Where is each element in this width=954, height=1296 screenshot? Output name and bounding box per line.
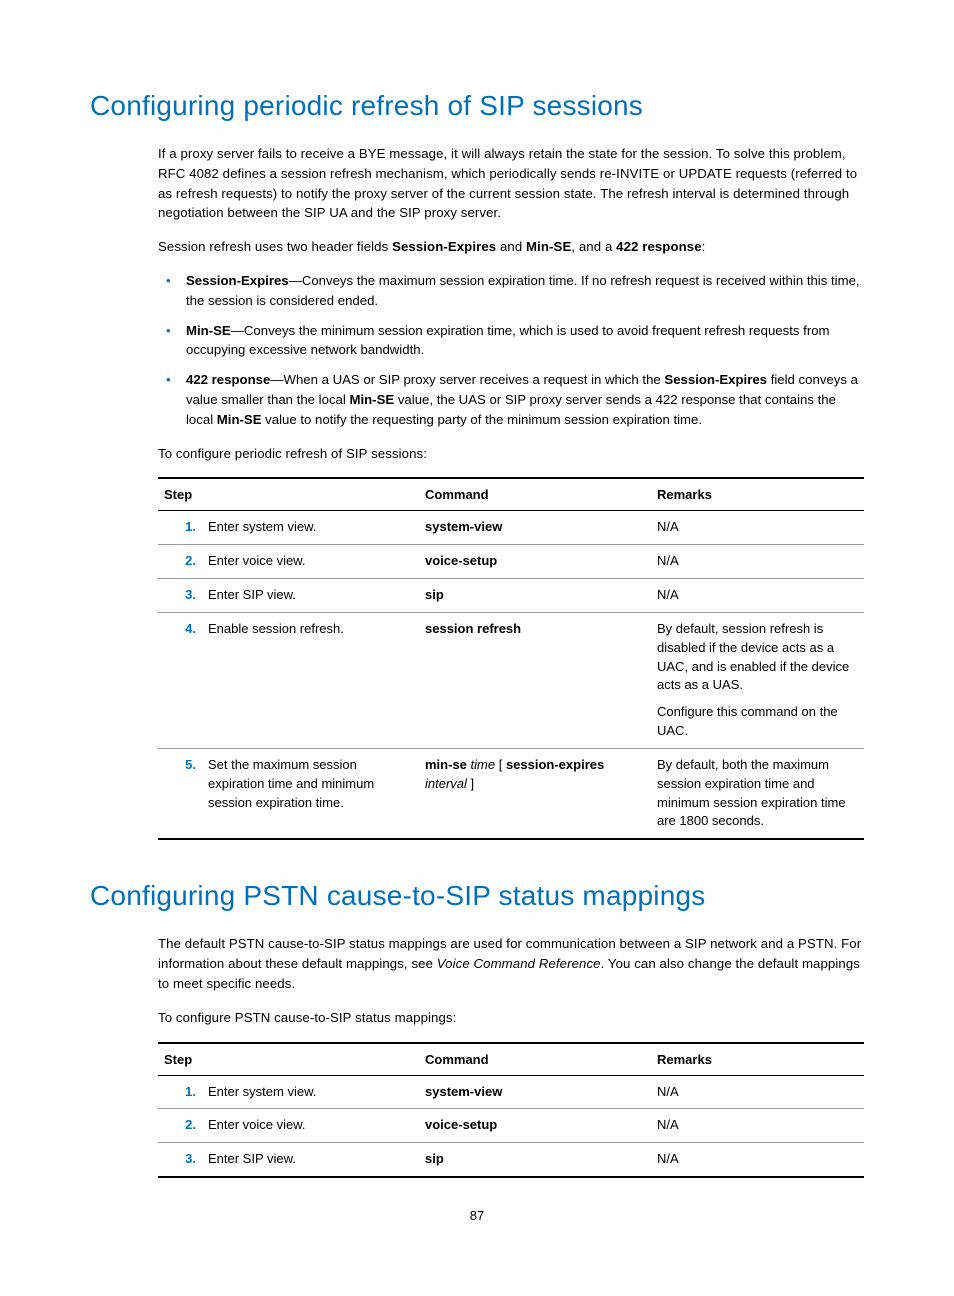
command-keyword: min-se <box>425 757 467 772</box>
intro-paragraph: If a proxy server fails to receive a BYE… <box>158 144 864 223</box>
command-text: [ <box>499 757 506 772</box>
text: , and a <box>571 239 616 254</box>
step-number: 1. <box>158 511 202 545</box>
steps-table-sip: Step Command Remarks 1. Enter system vie… <box>158 477 864 840</box>
table-row: 1. Enter system view. system-view N/A <box>158 1075 864 1109</box>
step-desc: Enter voice view. <box>202 1109 419 1143</box>
table-row: 1. Enter system view. system-view N/A <box>158 511 864 545</box>
term-min-se: Min-SE <box>526 239 571 254</box>
col-command: Command <box>419 1043 651 1076</box>
step-number: 4. <box>158 612 202 748</box>
text: —When a UAS or SIP proxy server receives… <box>270 372 664 387</box>
procedure-lead: To configure periodic refresh of SIP ses… <box>158 444 864 464</box>
text: : <box>702 239 706 254</box>
remarks-cell: N/A <box>651 511 864 545</box>
command: session refresh <box>425 621 521 636</box>
step-number: 1. <box>158 1075 202 1109</box>
document-page: Configuring periodic refresh of SIP sess… <box>0 0 954 1263</box>
list-item: Session-Expires—Conveys the maximum sess… <box>158 271 864 311</box>
col-step: Step <box>158 1043 419 1076</box>
table-row: 5. Set the maximum session expiration ti… <box>158 748 864 839</box>
steps-table-pstn: Step Command Remarks 1. Enter system vie… <box>158 1042 864 1179</box>
heading-sip-refresh: Configuring periodic refresh of SIP sess… <box>90 90 864 122</box>
definition-text: —Conveys the minimum session expiration … <box>186 323 830 358</box>
command: voice-setup <box>425 1117 497 1132</box>
reference-title: Voice Command Reference <box>437 956 601 971</box>
command-cell: sip <box>419 579 651 613</box>
remarks-cell: By default, session refresh is disabled … <box>651 612 864 748</box>
section1-body: If a proxy server fails to receive a BYE… <box>158 144 864 840</box>
command-cell: system-view <box>419 1075 651 1109</box>
remarks-line: By default, session refresh is disabled … <box>657 620 858 695</box>
list-item: Min-SE—Conveys the minimum session expir… <box>158 321 864 361</box>
step-number: 2. <box>158 545 202 579</box>
step-desc: Enter SIP view. <box>202 579 419 613</box>
term-session-expires: Session-Expires <box>664 372 767 387</box>
list-item: 422 response—When a UAS or SIP proxy ser… <box>158 370 864 429</box>
command-cell: system-view <box>419 511 651 545</box>
intro-paragraph: The default PSTN cause-to-SIP status map… <box>158 934 864 993</box>
command-cell: session refresh <box>419 612 651 748</box>
step-number: 3. <box>158 1143 202 1177</box>
step-number: 3. <box>158 579 202 613</box>
command-arg: time <box>467 757 499 772</box>
table-row: 3. Enter SIP view. sip N/A <box>158 1143 864 1177</box>
col-step: Step <box>158 478 419 511</box>
table-row: 3. Enter SIP view. sip N/A <box>158 579 864 613</box>
remarks-cell: N/A <box>651 545 864 579</box>
command: system-view <box>425 1084 502 1099</box>
term-min-se: Min-SE <box>217 412 262 427</box>
table-row: 4. Enable session refresh. session refre… <box>158 612 864 748</box>
command-cell: sip <box>419 1143 651 1177</box>
command: voice-setup <box>425 553 497 568</box>
remarks-cell: N/A <box>651 1075 864 1109</box>
step-desc: Enter system view. <box>202 511 419 545</box>
header-fields-paragraph: Session refresh uses two header fields S… <box>158 237 864 257</box>
remarks-cell: By default, both the maximum session exp… <box>651 748 864 839</box>
text: value to notify the requesting party of … <box>262 412 703 427</box>
term-session-expires: Session-Expires <box>186 273 289 288</box>
step-desc: Enter SIP view. <box>202 1143 419 1177</box>
term-min-se: Min-SE <box>186 323 231 338</box>
remarks-cell: N/A <box>651 1143 864 1177</box>
col-remarks: Remarks <box>651 1043 864 1076</box>
table-row: 2. Enter voice view. voice-setup N/A <box>158 1109 864 1143</box>
term-422-response: 422 response <box>616 239 702 254</box>
term-min-se: Min-SE <box>349 392 394 407</box>
remarks-cell: N/A <box>651 579 864 613</box>
step-number: 5. <box>158 748 202 839</box>
page-number: 87 <box>90 1208 864 1223</box>
section2-body: The default PSTN cause-to-SIP status map… <box>158 934 864 1178</box>
step-desc: Set the maximum session expiration time … <box>202 748 419 839</box>
term-session-expires: Session-Expires <box>392 239 496 254</box>
command-text: ] <box>471 776 475 791</box>
command-arg: interval <box>425 776 471 791</box>
command: sip <box>425 587 444 602</box>
term-422-response: 422 response <box>186 372 270 387</box>
remarks-line: Configure this command on the UAC. <box>657 703 858 741</box>
text: and <box>496 239 526 254</box>
command: sip <box>425 1151 444 1166</box>
table-header-row: Step Command Remarks <box>158 1043 864 1076</box>
table-header-row: Step Command Remarks <box>158 478 864 511</box>
step-desc: Enter voice view. <box>202 545 419 579</box>
step-desc: Enable session refresh. <box>202 612 419 748</box>
command-cell: min-se time [ session-expires interval ] <box>419 748 651 839</box>
col-remarks: Remarks <box>651 478 864 511</box>
step-number: 2. <box>158 1109 202 1143</box>
procedure-lead: To configure PSTN cause-to-SIP status ma… <box>158 1008 864 1028</box>
heading-pstn-mappings: Configuring PSTN cause-to-SIP status map… <box>90 880 864 912</box>
command-keyword: session-expires <box>506 757 604 772</box>
col-command: Command <box>419 478 651 511</box>
remarks-cell: N/A <box>651 1109 864 1143</box>
table-row: 2. Enter voice view. voice-setup N/A <box>158 545 864 579</box>
definition-list: Session-Expires—Conveys the maximum sess… <box>158 271 864 430</box>
command-cell: voice-setup <box>419 1109 651 1143</box>
step-desc: Enter system view. <box>202 1075 419 1109</box>
command-cell: voice-setup <box>419 545 651 579</box>
command: system-view <box>425 519 502 534</box>
text: Session refresh uses two header fields <box>158 239 392 254</box>
